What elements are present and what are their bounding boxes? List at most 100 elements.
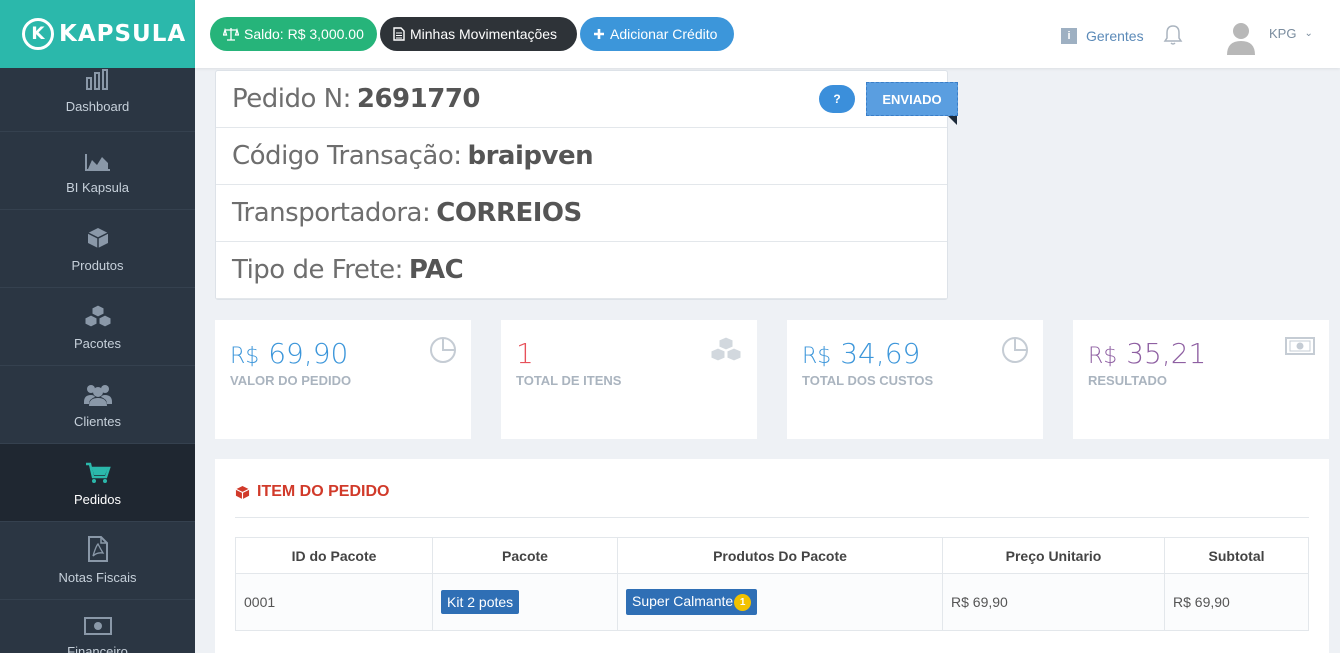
gerentes-label: Gerentes [1086,28,1144,44]
sidebar-item-label: Pedidos [74,492,121,507]
stat-total-itens: 1 TOTAL DE ITENS [501,320,757,439]
sidebar-item-pacotes[interactable]: Pacotes [0,288,195,366]
pie-chart-icon [1002,337,1028,363]
stat-value: R$ 34,69 [802,337,920,370]
bar-chart-icon [85,69,108,90]
saldo-label: Saldo: R$ 3,000.00 [244,26,364,42]
help-button[interactable]: ? [819,85,855,113]
stat-number: 35,21 [1126,337,1207,370]
sidebar: K KAPSULA Dashboard BI Kapsula Produtos … [0,0,195,653]
cell-preco: R$ 69,90 [942,573,1165,631]
gerentes-link[interactable]: i Gerentes [1061,28,1144,44]
sidebar-item-financeiro[interactable]: Financeiro [0,600,195,653]
users-icon [83,385,112,406]
sidebar-item-label: Dashboard [65,99,130,114]
cell-produtos: Super Calmante 1 [617,573,943,631]
codigo-label: Código Transação: [232,141,462,171]
produto-label: Super Calmante [632,593,734,610]
stat-value: R$ 69,90 [230,337,348,370]
codigo-value: braipven [467,141,594,171]
notifications-button[interactable] [1163,24,1183,51]
user-menu[interactable]: KPG ⌄ [1269,26,1313,41]
column-header: Preço Unitario [942,537,1165,574]
sidebar-item-clientes[interactable]: Clientes [0,366,195,444]
cell-subtotal: R$ 69,90 [1164,573,1309,631]
stat-number: 1 [516,337,534,370]
adicionar-credito-label: Adicionar Crédito [610,26,718,42]
cubes-icon [710,336,742,362]
stat-label: TOTAL DOS CUSTOS [802,373,934,388]
table-row: 0001 Kit 2 potes Super Calmante 1 R$ 69,9… [235,573,1309,631]
column-header: ID do Pacote [235,537,433,574]
topbar: Saldo: R$ 3,000.00 Minhas Movimentações … [195,0,1340,68]
balance-scale-icon [223,27,239,41]
transportadora-label: Transportadora: [232,198,431,228]
table-header-row: ID do Pacote Pacote Produtos Do Pacote P… [235,537,1309,574]
stat-value: 1 [516,337,534,370]
column-header: Pacote [432,537,618,574]
transportadora-value: CORREIOS [436,198,582,228]
items-panel: ITEM DO PEDIDO ID do Pacote Pacote Produ… [215,459,1329,653]
sidebar-item-produtos[interactable]: Produtos [0,210,195,288]
brand-name: KAPSULA [59,21,187,47]
frete-label: Tipo de Frete: [232,255,403,285]
stat-label: TOTAL DE ITENS [516,373,622,388]
stat-label: RESULTADO [1088,373,1167,388]
column-header: Produtos Do Pacote [617,537,943,574]
status-badge: ENVIADO [866,82,958,116]
pie-chart-icon [430,337,456,363]
order-info-card: Pedido N: 2691770 Código Transação: brai… [215,70,958,300]
codigo-row: Código Transação: braipven [216,128,947,185]
info-icon: i [1061,28,1077,44]
sidebar-item-label: Financeiro [67,644,128,653]
saldo-button[interactable]: Saldo: R$ 3,000.00 [210,17,377,51]
user-name: KPG [1269,26,1297,41]
sidebar-item-label: Produtos [71,258,124,273]
items-title: ITEM DO PEDIDO [235,483,389,501]
sidebar-item-label: BI Kapsula [66,180,129,195]
stat-number: 34,69 [840,337,921,370]
stat-valor-pedido: R$ 69,90 VALOR DO PEDIDO [215,320,471,439]
pedido-label: Pedido N: [232,84,351,114]
minhas-movimentacoes-label: Minhas Movimentações [410,26,558,42]
money-icon [1285,337,1315,355]
cube-icon [87,228,108,248]
cell-id: 0001 [235,573,433,631]
stat-total-custos: R$ 34,69 TOTAL DOS CUSTOS [787,320,1043,439]
quantity-badge: 1 [734,593,752,611]
pacote-tag[interactable]: Kit 2 potes [441,590,520,614]
stat-resultado: R$ 35,21 RESULTADO [1073,320,1329,439]
adicionar-credito-button[interactable]: Adicionar Crédito [580,17,734,51]
ribbon-tail [948,116,957,125]
sidebar-item-label: Clientes [74,414,121,429]
sidebar-item-dashboard[interactable]: Dashboard [0,68,195,132]
document-icon [393,27,405,41]
shopping-cart-icon [85,462,111,483]
cubes-icon [84,304,111,328]
cell-pacote: Kit 2 potes [432,573,618,631]
stat-prefix: R$ [230,344,260,369]
avatar[interactable] [1226,19,1256,55]
stat-number: 69,90 [268,337,349,370]
column-header: Subtotal [1164,537,1309,574]
sidebar-item-bi-kapsula[interactable]: BI Kapsula [0,132,195,210]
brand-logo[interactable]: K KAPSULA [0,0,195,68]
sidebar-item-pedidos[interactable]: Pedidos [0,444,195,522]
minhas-movimentacoes-button[interactable]: Minhas Movimentações [380,17,577,51]
user-avatar-icon [1227,23,1255,55]
items-title-label: ITEM DO PEDIDO [257,483,390,500]
stat-prefix: R$ [802,344,832,369]
cube-icon [235,485,250,499]
produto-tag[interactable]: Super Calmante 1 [626,589,758,615]
stat-prefix: R$ [1088,344,1118,369]
sidebar-item-notas-fiscais[interactable]: Notas Fiscais [0,522,195,600]
chevron-down-icon: ⌄ [1304,28,1313,39]
pedido-number: 2691770 [356,84,481,114]
area-chart-icon [84,154,110,171]
transportadora-row: Transportadora: CORREIOS [216,185,947,242]
sidebar-item-label: Pacotes [74,336,121,351]
sidebar-item-label: Notas Fiscais [58,570,137,585]
money-icon [83,617,112,635]
items-table: ID do Pacote Pacote Produtos Do Pacote P… [235,537,1309,631]
bell-icon [1163,25,1183,45]
